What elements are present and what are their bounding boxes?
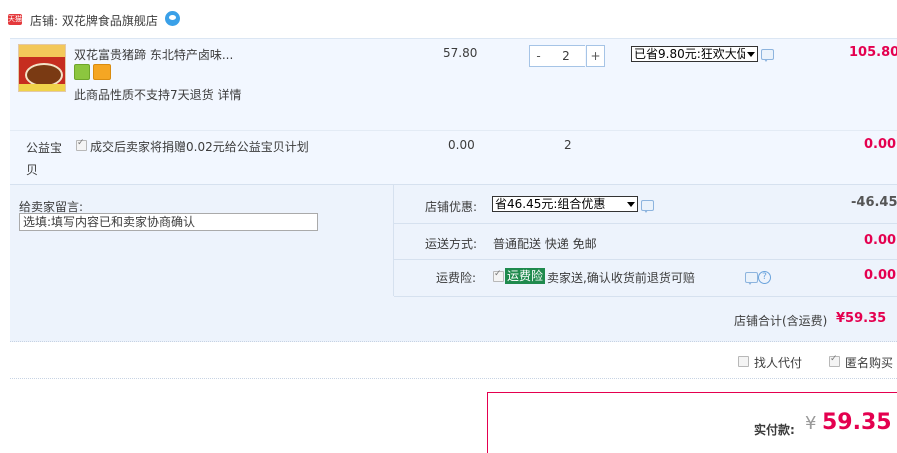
credit-card-icon[interactable]	[93, 64, 111, 80]
currency-symbol: ¥	[805, 413, 817, 434]
anonymous-checkbox[interactable]	[829, 354, 840, 367]
divider	[393, 184, 394, 296]
insurance-label: 运费险:	[436, 271, 477, 285]
shop-discount-amount: -46.45	[851, 195, 897, 210]
insurance-info-icon[interactable]	[745, 272, 758, 285]
charity-price: 0.00	[448, 138, 475, 152]
no-return-note: 此商品性质不支持7天退货 详情	[74, 88, 242, 102]
divider	[394, 296, 897, 297]
insurance-amount: 0.00	[864, 268, 897, 283]
insurance-badge: 运费险	[505, 268, 546, 284]
unit-price: 57.80	[443, 46, 478, 60]
product-thumbnail[interactable]	[18, 44, 66, 92]
anonymous-label[interactable]: 匿名购买	[845, 354, 893, 371]
shop-total-label: 店铺合计(含运费)	[734, 314, 828, 328]
charity-text: 成交后卖家将捐赠0.02元给公益宝贝计划	[90, 140, 309, 154]
item-promotion-select[interactable]: 已省9.80元:狂欢大促	[631, 46, 758, 62]
shop-name-link[interactable]: 店铺: 双花牌食品旗舰店	[30, 12, 158, 29]
divider	[394, 259, 897, 260]
shop-discount-label: 店铺优惠:	[425, 200, 478, 214]
promotion-info-icon[interactable]	[761, 49, 774, 62]
shipping-method: 普通配送 快递 免邮	[493, 237, 597, 251]
quantity-increase-button[interactable]: +	[586, 45, 605, 67]
payment-amount: 59.35	[822, 410, 892, 435]
charity-label: 公益宝贝	[26, 141, 63, 177]
insurance-checkbox[interactable]	[493, 269, 504, 282]
charity-amount: 0.00	[864, 137, 897, 152]
insurance-text: 卖家送,确认收货前退货可赔	[547, 271, 695, 285]
divider	[10, 378, 897, 379]
quantity-input[interactable]: 2	[547, 45, 585, 67]
tmall-icon: 天猫	[8, 14, 22, 25]
quantity-decrease-button[interactable]: -	[529, 45, 548, 67]
item-promotion-value: 已省9.80元:狂欢大促	[634, 47, 749, 61]
chevron-down-icon	[625, 198, 636, 210]
shipping-label: 运送方式:	[425, 237, 478, 251]
charity-checkbox[interactable]	[76, 138, 87, 151]
help-icon[interactable]: ?	[758, 271, 771, 284]
proxy-pay-checkbox[interactable]	[738, 356, 749, 367]
chevron-down-icon	[745, 48, 756, 60]
shop-discount-select[interactable]: 省46.45元:组合优惠	[492, 196, 638, 212]
payment-label: 实付款:	[754, 423, 795, 437]
shop-discount-value: 省46.45元:组合优惠	[495, 197, 606, 211]
service-guarantee-icon[interactable]	[74, 64, 90, 80]
seller-memo-input[interactable]: 选填:填写内容已和卖家协商确认	[19, 213, 318, 231]
proxy-pay-label[interactable]: 找人代付	[754, 354, 802, 371]
item-subtotal: 105.80	[849, 45, 897, 60]
discount-info-icon[interactable]	[641, 200, 654, 213]
product-title-link[interactable]: 双花富贵猪蹄 东北特产卤味...	[74, 46, 233, 63]
charity-quantity: 2	[564, 138, 572, 152]
shipping-amount: 0.00	[864, 233, 897, 248]
divider	[394, 223, 897, 224]
shop-total-value: ¥59.35	[836, 311, 887, 326]
wangwang-chat-icon[interactable]	[165, 11, 180, 26]
